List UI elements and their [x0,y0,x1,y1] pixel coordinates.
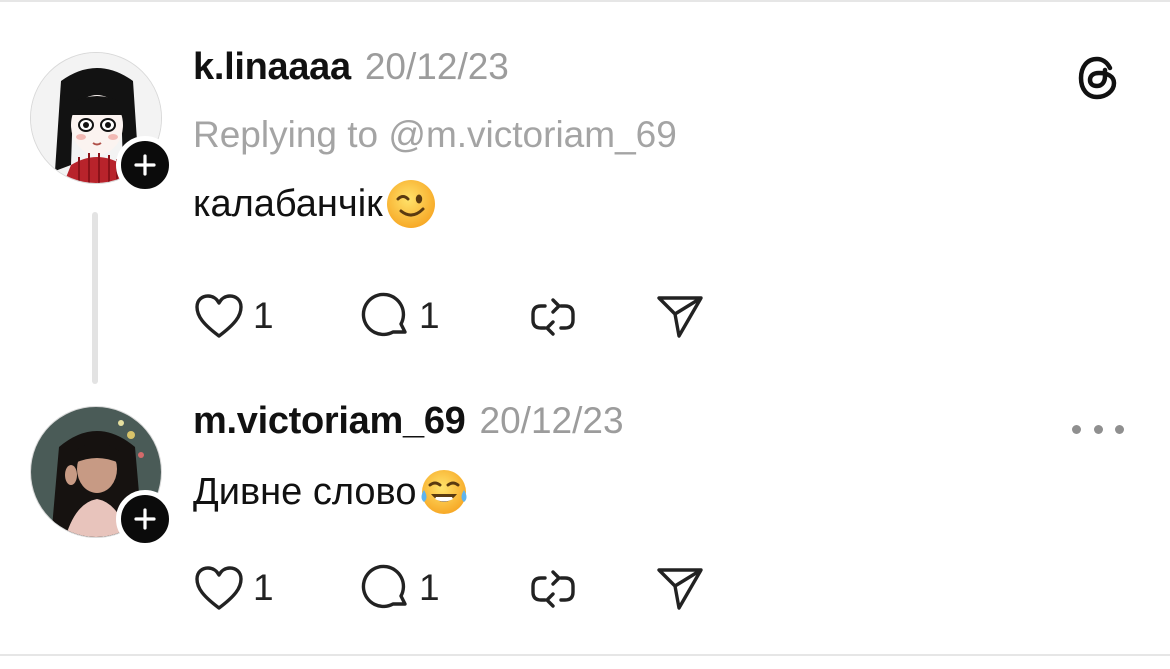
share-button[interactable] [655,564,705,612]
post-actions: 1 1 [193,558,705,618]
send-icon [657,296,703,338]
post-actions: 1 1 [193,286,705,346]
send-icon [657,568,703,610]
more-dot [1093,424,1103,434]
post-content: k.linaaaa 20/12/23 Replying to @m.victor… [193,46,1130,230]
like-button[interactable]: 1 [193,292,287,340]
follow-button[interactable] [116,136,174,194]
repost-button[interactable] [527,290,579,342]
post-date: 20/12/23 [364,46,509,87]
post-header: m.victoriam_69 20/12/23 [193,400,1130,454]
top-divider [0,0,1170,2]
tears-of-joy-emoji [421,470,467,514]
replying-to[interactable]: Replying to @m.victoriam_69 [193,114,1130,156]
plus-icon [134,154,156,176]
username[interactable]: m.victoriam_69 [193,400,466,443]
avatar-container[interactable] [30,406,174,548]
post-content: m.victoriam_69 20/12/23 Дивне слово [193,400,1130,518]
like-count: 1 [253,567,274,608]
more-dot [1115,424,1124,434]
username[interactable]: k.linaaaa [193,46,351,89]
thread-line [92,212,98,384]
more-dot [1072,424,1081,434]
post-text-row: калабанчік [193,178,1130,230]
repost-button[interactable] [527,562,579,614]
threads-logo-icon[interactable] [1076,54,1120,102]
repost-icon [531,570,575,608]
like-button[interactable]: 1 [193,564,287,612]
reply-count: 1 [419,295,440,336]
comment-icon [361,292,407,337]
bottom-divider [0,654,1170,656]
avatar-container[interactable] [30,52,174,194]
share-button[interactable] [655,292,705,340]
reply-button[interactable]: 1 [361,564,453,612]
more-options-icon[interactable] [1072,417,1124,441]
post-text-row: Дивне слово [193,466,1130,518]
heart-icon [195,294,243,338]
post-date: 20/12/23 [479,400,624,441]
post-text: Дивне слово [193,470,417,513]
repost-icon [531,298,575,336]
winking-face-emoji [386,180,435,228]
reply-button[interactable]: 1 [361,292,453,340]
follow-button[interactable] [116,490,174,548]
post-header: k.linaaaa 20/12/23 [193,46,1130,100]
reply-count: 1 [419,567,440,608]
like-count: 1 [253,295,274,336]
comment-icon [361,564,407,609]
heart-icon [195,566,243,610]
plus-icon [134,508,156,530]
post-text: калабанчік [193,182,383,225]
